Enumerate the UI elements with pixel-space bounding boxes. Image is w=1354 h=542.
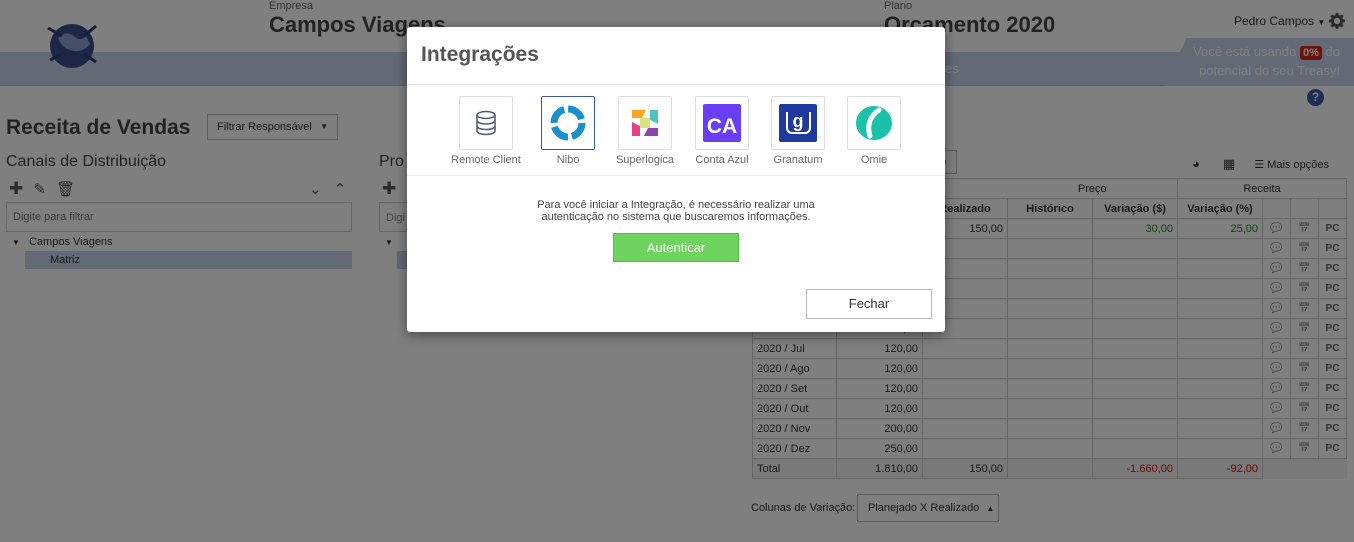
integration-superlogica[interactable]: Superlogica xyxy=(610,96,680,166)
integration-tile[interactable]: CA xyxy=(695,96,749,150)
integration-name: Nibo xyxy=(556,154,580,166)
granatum-mark: g xyxy=(785,112,811,134)
integration-name: Superlogica xyxy=(615,154,675,166)
authenticate-button[interactable]: Autenticar xyxy=(613,233,739,262)
integration-name: Remote Client xyxy=(451,154,521,166)
integration-tile[interactable] xyxy=(847,96,901,150)
integration-tile[interactable] xyxy=(541,96,595,150)
authentication-message: Para você iniciar a Integração, é necess… xyxy=(537,199,815,223)
integration-tile[interactable]: g xyxy=(771,96,825,150)
nibo-logo xyxy=(550,105,586,141)
superlogica-logo xyxy=(632,110,658,136)
integration-name: Omie xyxy=(860,154,888,166)
integration-nibo[interactable]: Nibo xyxy=(533,96,603,166)
integration-omie[interactable]: Omie xyxy=(839,96,909,166)
modal-divider xyxy=(407,175,945,176)
close-button[interactable]: Fechar xyxy=(806,289,932,319)
omie-logo xyxy=(856,106,892,140)
integration-granatum[interactable]: g Granatum xyxy=(763,96,833,166)
integration-tile[interactable] xyxy=(459,96,513,150)
integration-conta-azul[interactable]: CA Conta Azul xyxy=(687,96,757,166)
integration-tile[interactable] xyxy=(618,96,672,150)
modal-divider xyxy=(407,84,945,85)
integrations-modal: Integrações Remote Client Nibo Superlogi… xyxy=(407,27,945,332)
conta-azul-mark: CA xyxy=(706,115,738,138)
granatum-logo: g xyxy=(779,104,817,142)
database-icon xyxy=(476,110,496,136)
integration-name: Granatum xyxy=(773,154,823,166)
modal-title: Integrações xyxy=(421,43,539,66)
integration-name: Conta Azul xyxy=(695,154,749,166)
conta-azul-logo: CA xyxy=(703,104,741,142)
integration-remote-client[interactable]: Remote Client xyxy=(451,96,521,166)
